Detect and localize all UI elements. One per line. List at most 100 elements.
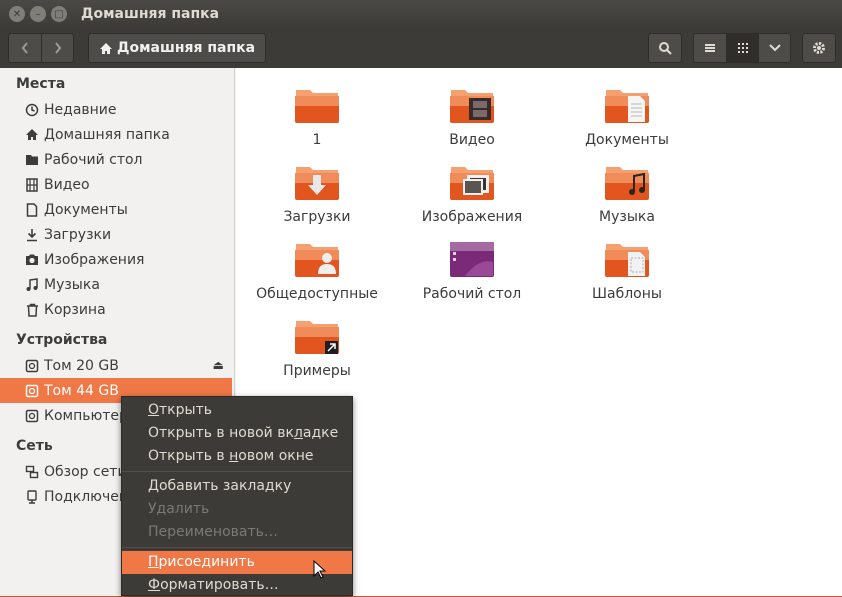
menu-item-label: орматировать… (160, 577, 279, 593)
eject-icon[interactable]: ⏏ (213, 358, 224, 372)
documents-folder-icon (605, 90, 649, 123)
file-item[interactable]: Музыка (552, 161, 702, 227)
pictures-folder-icon (450, 167, 494, 200)
close-icon: ✕ (12, 8, 22, 20)
file-item[interactable]: Загрузки (242, 161, 392, 227)
maximize-icon: □ (54, 8, 64, 20)
sidebar-item-label: Видео (44, 176, 90, 193)
sidebar-item-label: Том 44 GB (44, 382, 119, 399)
list-icon (705, 44, 715, 52)
sidebar-item-label: Загрузки (44, 226, 112, 243)
desktop-folder-icon (450, 242, 494, 277)
mnemonic: л (293, 425, 303, 441)
menu-item-label: обавить закладку (158, 478, 292, 494)
folder-icon (295, 90, 339, 123)
sidebar-item-music[interactable]: Музыка (0, 272, 234, 297)
navigation-buttons (8, 33, 74, 63)
maximize-window-button[interactable]: □ (51, 6, 67, 22)
file-name: 1 (312, 132, 322, 148)
sidebar-item-videos[interactable]: Видео (0, 172, 234, 197)
desktop-icon (24, 152, 40, 168)
file-name: Видео (449, 132, 495, 148)
file-item[interactable]: Общедоступные (242, 238, 392, 304)
music-folder-icon (605, 167, 649, 200)
file-item[interactable]: Шаблоны (552, 238, 702, 304)
templates-folder-icon (605, 244, 649, 277)
sidebar-item-desktop[interactable]: Рабочий стол (0, 147, 234, 172)
clock-icon (24, 102, 40, 118)
mnemonic: П (148, 554, 159, 570)
gear-icon (813, 42, 825, 54)
file-name: Шаблоны (592, 286, 662, 302)
sidebar-item-home[interactable]: Домашняя папка (0, 122, 234, 147)
menu-item-label: Открыть в (148, 448, 230, 464)
sidebar-item-documents[interactable]: Документы (0, 197, 234, 222)
camera-icon (24, 252, 40, 268)
minimize-window-button[interactable]: – (30, 6, 46, 22)
menu-item-open-new-window[interactable]: Открыть в новом окне (122, 445, 352, 468)
back-button[interactable] (9, 34, 41, 62)
grid-view-button[interactable] (726, 34, 758, 62)
network-icon (24, 464, 40, 480)
sidebar-item-label: Корзина (44, 301, 106, 318)
devices-header: Устройства (16, 332, 108, 348)
sidebar-item-label: Рабочий стол (44, 151, 143, 168)
list-view-button[interactable] (694, 34, 726, 62)
sidebar-item-label: Домашняя папка (44, 126, 170, 143)
menu-item-rename: Переименовать… (148, 524, 278, 540)
file-item[interactable]: Документы (552, 84, 702, 150)
window-title: Домашняя папка (81, 6, 220, 22)
file-name: Общедоступные (256, 286, 378, 302)
mnemonic: О (148, 402, 160, 418)
grid-icon (737, 43, 748, 53)
drive-icon (24, 408, 40, 424)
menu-item-open-new-tab[interactable]: Открыть в новой вкладке (122, 422, 352, 445)
search-button[interactable] (649, 34, 681, 62)
examples-folder-icon (295, 321, 339, 354)
drive-icon (24, 358, 40, 374)
settings-button[interactable] (803, 34, 835, 62)
breadcrumb-home[interactable]: Домашняя папка (88, 33, 267, 63)
forward-button[interactable] (41, 34, 73, 62)
chevron-down-icon (768, 44, 781, 52)
menu-item-label: Открыть в новой вк (148, 425, 294, 441)
file-item[interactable]: 1 (242, 84, 392, 150)
file-item[interactable]: Примеры (242, 315, 392, 381)
breadcrumb-label: Домашняя папка (117, 40, 256, 56)
menu-item-open[interactable]: Открыть (122, 399, 352, 422)
sidebar-item-downloads[interactable]: Загрузки (0, 222, 234, 247)
sidebar-item-pictures[interactable]: Изображения (0, 247, 234, 272)
video-folder-icon (450, 90, 494, 123)
search-icon (659, 42, 672, 55)
file-item[interactable]: Рабочий стол (397, 238, 547, 304)
view-options-button[interactable] (758, 34, 790, 62)
sidebar-item-label: Документы (44, 201, 128, 218)
document-icon (24, 202, 40, 218)
menu-item-label: рисоединить (158, 554, 255, 570)
file-name: Документы (585, 132, 669, 148)
sidebar-item-label: Компьютер (44, 407, 128, 424)
file-name: Рабочий стол (422, 286, 522, 302)
menu-item-label: ткрыть (159, 402, 212, 418)
file-item[interactable]: Видео (397, 84, 547, 150)
mnemonic: Ф (148, 577, 161, 593)
public-folder-icon (295, 244, 339, 277)
sidebar-item-volume-20gb[interactable]: Том 20 GB ⏏ (0, 353, 234, 378)
downloads-folder-icon (295, 167, 339, 200)
close-window-button[interactable]: ✕ (9, 6, 25, 22)
file-manager-window: ✕ – □ Домашняя папка Домашняя папка Мест… (0, 0, 842, 596)
film-icon (24, 177, 40, 193)
file-name: Примеры (283, 363, 351, 379)
sidebar-item-label: Изображения (44, 251, 145, 268)
settings-button-group (802, 33, 836, 63)
file-name: Изображения (421, 209, 523, 225)
server-icon (24, 489, 40, 505)
sidebar-item-recent[interactable]: Недавние (0, 97, 234, 122)
menu-item-add-bookmark[interactable]: Добавить закладку (122, 475, 352, 498)
download-icon (24, 227, 40, 243)
file-item[interactable]: Изображения (397, 161, 547, 227)
chevron-right-icon (54, 42, 61, 54)
mouse-pointer-icon (313, 560, 327, 579)
search-button-group (648, 33, 682, 63)
sidebar-item-trash[interactable]: Корзина (0, 297, 234, 322)
